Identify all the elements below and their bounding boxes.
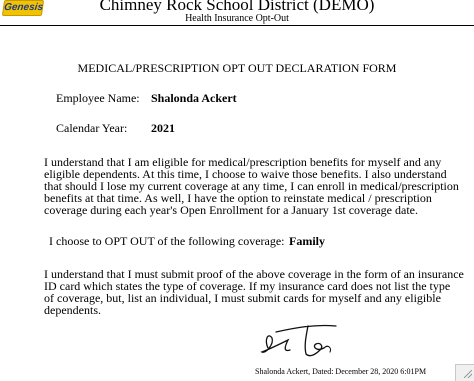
calendar-year-value: 2021 — [151, 121, 175, 135]
employee-name-label: Employee Name: — [56, 91, 140, 105]
header-divider — [0, 25, 474, 26]
form-title: MEDICAL/PRESCRIPTION OPT OUT DECLARATION… — [77, 61, 397, 75]
paragraph-line: dependents. — [44, 303, 101, 317]
calendar-year-label: Calendar Year: — [56, 121, 128, 135]
paragraph-line: of coverage, but, list an individual, I … — [44, 291, 441, 305]
signature-image — [260, 324, 337, 357]
optout-coverage-value: Family — [289, 234, 325, 248]
paragraph-line: coverage during each year's Open Enrollm… — [44, 203, 418, 217]
optout-coverage-label: I choose to OPT OUT of the following cov… — [49, 234, 285, 248]
employee-name-value: Shalonda Ackert — [151, 91, 237, 105]
signature-caption: Shalonda Ackert, Dated: December 28, 202… — [255, 367, 427, 376]
resize-grip[interactable] — [455, 364, 474, 381]
document-subtitle: Health Insurance Opt-Out — [185, 13, 289, 24]
proof-paragraph: I understand that I must submit proof of… — [44, 268, 464, 316]
eligibility-paragraph: I understand that I am eligible for medi… — [44, 156, 464, 216]
